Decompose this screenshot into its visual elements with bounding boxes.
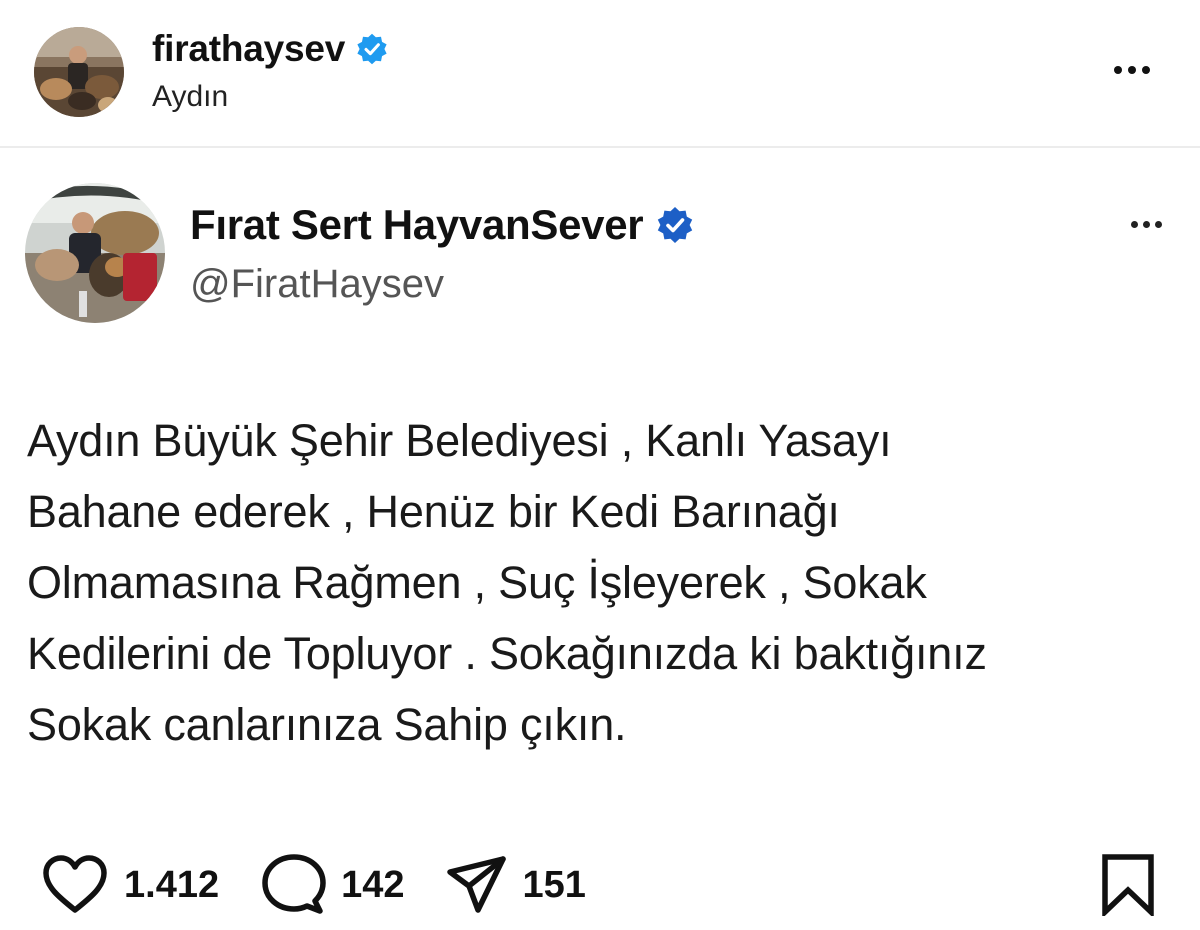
tweet-author-row: Fırat Sert HayvanSever [190,198,695,252]
tweet-handle: @FiratHaysev [190,262,444,306]
share-button[interactable]: 151 [445,854,586,916]
bookmark-button[interactable] [1100,854,1156,921]
like-count: 1.412 [124,863,220,906]
comment-bubble-icon [262,854,326,914]
heart-icon [43,855,107,913]
more-horizontal-icon [1131,220,1138,228]
verified-badge-icon [355,32,389,66]
profile-avatar[interactable] [34,27,124,117]
bookmark-icon [1102,854,1154,919]
tweet-avatar-photo [25,183,165,323]
tweet-more-button [1131,218,1162,230]
comment-count: 142 [341,863,405,906]
instagram-post: firathaysev Aydın Fırat Sert HayvanSever… [0,0,1200,930]
username-row: firathaysev [152,26,389,72]
more-horizontal-icon [1114,66,1122,74]
post-location[interactable]: Aydın [152,80,228,114]
username[interactable]: firathaysev [152,28,345,70]
post-header: firathaysev Aydın [0,0,1200,148]
avatar-photo [34,27,124,117]
tweet-avatar [25,183,165,323]
action-bar: 1.412 142 151 [40,852,586,918]
comment-button[interactable]: 142 [261,854,405,916]
share-count: 151 [522,863,586,906]
send-paper-plane-icon [446,856,506,913]
verified-badge-icon [655,205,695,245]
like-button[interactable]: 1.412 [40,854,219,916]
tweet-display-name: Fırat Sert HayvanSever [190,201,644,248]
tweet-text: Aydın Büyük Şehir Belediyesi , Kanlı Yas… [27,415,987,750]
post-more-button[interactable] [1114,62,1150,78]
